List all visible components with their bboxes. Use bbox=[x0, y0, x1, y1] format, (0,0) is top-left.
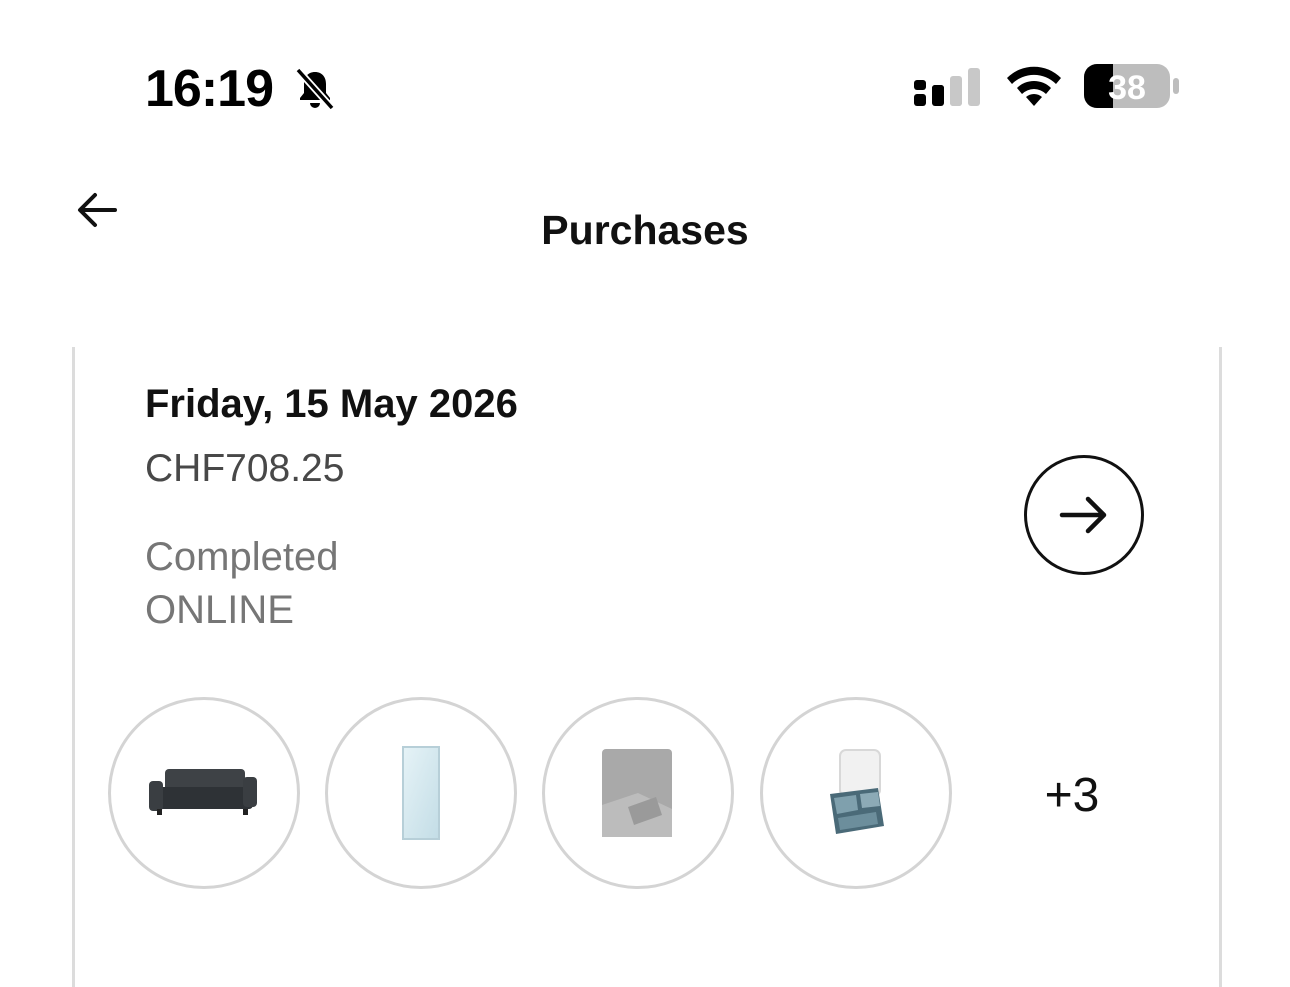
purchase-date: Friday, 15 May 2026 bbox=[145, 382, 518, 426]
wifi-icon bbox=[1007, 66, 1061, 106]
bell-muted-icon bbox=[295, 67, 335, 111]
mirror-image bbox=[402, 746, 440, 840]
item-thumbnail-storage-box[interactable] bbox=[760, 697, 952, 889]
battery-level: 38 bbox=[1108, 69, 1146, 107]
status-time: 16:19 bbox=[145, 60, 274, 118]
cellular-signal-icon bbox=[914, 68, 980, 106]
blanket-image bbox=[602, 749, 672, 837]
item-thumbnail-blanket[interactable] bbox=[542, 697, 734, 889]
purchase-status: Completed bbox=[145, 535, 339, 579]
purchase-channel: ONLINE bbox=[145, 588, 294, 632]
purchase-detail-button[interactable] bbox=[1024, 455, 1144, 575]
sofa-image bbox=[149, 769, 257, 815]
storage-box-image bbox=[830, 749, 884, 834]
item-thumbnail-sofa[interactable] bbox=[108, 697, 300, 889]
page-title: Purchases bbox=[541, 207, 749, 253]
battery-icon: 38 bbox=[1084, 64, 1179, 108]
purchase-total: CHF708.25 bbox=[145, 447, 345, 490]
more-items-count: +3 bbox=[1044, 769, 1100, 822]
arrow-right-icon bbox=[1059, 496, 1107, 534]
item-thumbnail-mirror[interactable] bbox=[325, 697, 517, 889]
